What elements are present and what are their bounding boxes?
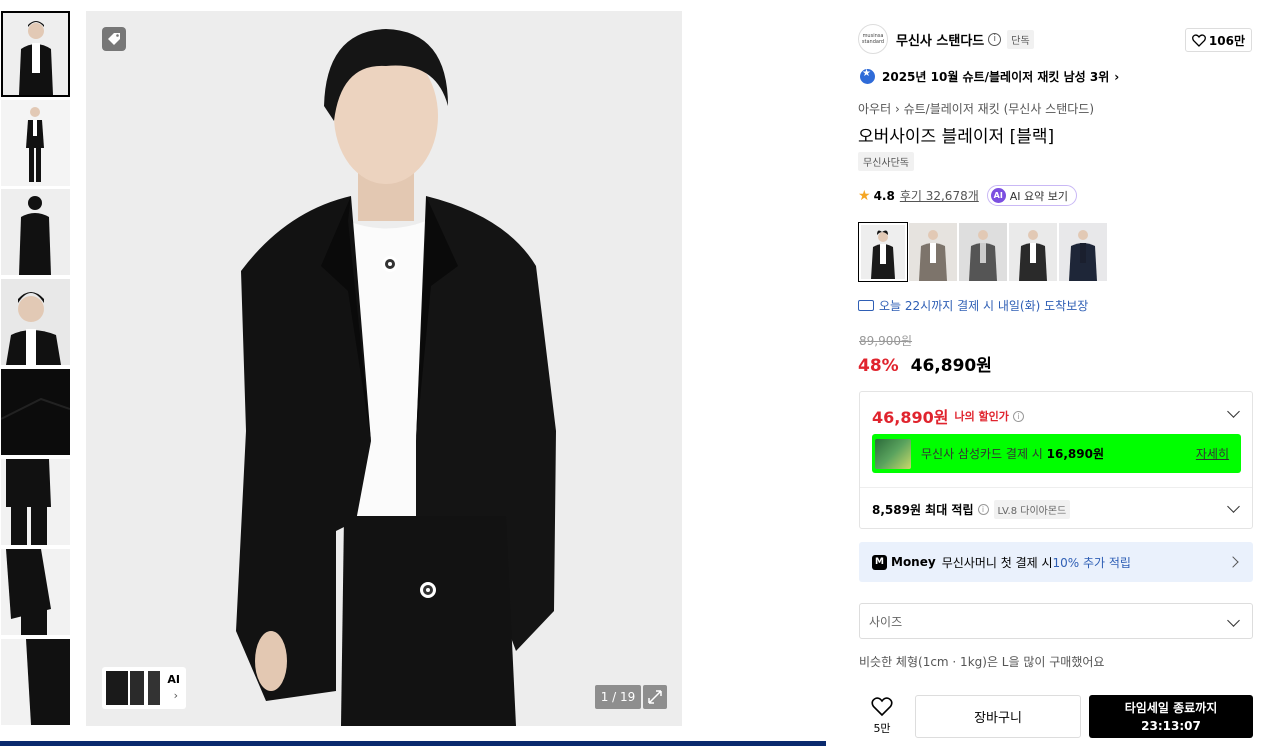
size-recommendation: 비슷한 체형(1cm · 1kg)은 L을 많이 구매했어요: [859, 655, 1105, 669]
timesale-countdown: 23:13:07: [1141, 719, 1201, 733]
ranking-text: 2025년 10월 슈트/블레이저 재킷 남성 3위: [882, 70, 1110, 84]
color-swatch-black[interactable]: [858, 222, 908, 282]
card-promo-amount: 16,890원: [1046, 447, 1105, 461]
info-icon[interactable]: i: [988, 32, 1002, 46]
expand-icon[interactable]: [643, 685, 667, 709]
thumbnail-1[interactable]: [1, 11, 70, 97]
ai-label: AI: [167, 673, 180, 686]
ai-icon: AI: [990, 188, 1006, 203]
money-brand: Money: [891, 555, 936, 569]
money-logo-icon: M: [872, 554, 887, 570]
delivery-guarantee: 오늘 22시까지 결제 시 내일(화) 도착보장: [858, 297, 1088, 314]
reviews-link[interactable]: 후기 32,678개: [900, 187, 979, 204]
info-icon[interactable]: i: [977, 504, 989, 515]
thumbnail-8[interactable]: [1, 639, 70, 725]
ranking-medal-icon: [860, 68, 875, 84]
main-product-image[interactable]: AI › 1 / 19: [86, 11, 682, 726]
ai-preview-image-1: [106, 671, 128, 705]
chevron-right-icon: ›: [173, 689, 178, 702]
chevron-down-icon[interactable]: [1227, 500, 1240, 513]
info-icon[interactable]: i: [1012, 410, 1024, 422]
points-text: 8,589원 최대 적립: [872, 503, 974, 517]
points-row[interactable]: 8,589원 최대 적립 i LV.8 다이아몬드: [872, 500, 1071, 519]
brand-row[interactable]: musinsa standard 무신사 스탠다드 i 단독: [858, 24, 1034, 54]
chevron-right-icon: [1227, 556, 1239, 568]
sale-price: 46,890원: [910, 356, 992, 376]
my-discount-price[interactable]: 46,890원 나의 할인가 i: [872, 404, 1024, 428]
exclusive-badge: 단독: [1007, 29, 1034, 49]
card-image: [875, 438, 911, 469]
color-swatch-navy[interactable]: [1059, 223, 1107, 281]
brand-like-button[interactable]: 106만: [1184, 28, 1252, 52]
heart-icon: [871, 697, 893, 717]
color-swatch-charcoal[interactable]: [1009, 223, 1057, 281]
brand-like-count: 106만: [1208, 33, 1245, 48]
model-photo: [86, 11, 682, 726]
card-details-link[interactable]: 자세히: [1196, 445, 1229, 462]
thumbnail-7[interactable]: [1, 549, 70, 635]
timesale-label: 타임세일 종료까지: [1124, 701, 1218, 715]
hotspot-1[interactable]: [382, 256, 398, 272]
card-promo-banner[interactable]: 무신사 삼성카드 결제 시 16,890원 자세히: [872, 434, 1241, 473]
divider: [860, 487, 1252, 488]
product-title: 오버사이즈 블레이저 [블랙]: [858, 127, 1055, 147]
discount-rate: 48%: [858, 356, 899, 376]
star-icon: ★: [858, 187, 871, 204]
brand-name[interactable]: 무신사 스탠다드: [896, 30, 984, 49]
breadcrumb-level-2[interactable]: 슈트/블레이저 재킷 (무신사 스탠다드): [904, 102, 1094, 116]
color-options: [858, 222, 1109, 282]
brand-logo[interactable]: musinsa standard: [858, 24, 888, 54]
delivery-text: 오늘 22시까지 결제 시 내일(화) 도착보장: [879, 299, 1089, 313]
thumbnail-6[interactable]: [1, 459, 70, 545]
breadcrumb: 아우터 › 슈트/블레이저 재킷 (무신사 스탠다드): [858, 100, 1094, 117]
heart-icon: [1191, 33, 1206, 47]
ai-summary-button[interactable]: AI AI 요약 보기: [986, 185, 1078, 206]
tag-icon[interactable]: [102, 27, 126, 51]
money-text: 무신사머니 첫 결제 시: [941, 555, 1053, 570]
thumbnail-4[interactable]: [1, 279, 70, 365]
chevron-down-icon: [1227, 614, 1240, 627]
musinsa-money-banner[interactable]: M Money 무신사머니 첫 결제 시 10% 추가 적립: [859, 542, 1253, 582]
ai-similar-button[interactable]: AI ›: [102, 667, 186, 709]
size-placeholder: 사이즈: [869, 614, 903, 629]
my-price-label: 나의 할인가: [954, 410, 1009, 423]
product-page: AI › 1 / 19 musinsa standard 무신사 스탠다드 i …: [0, 0, 1272, 746]
image-counter: 1 / 19: [595, 685, 641, 709]
price-row: 48% 46,890원: [858, 351, 992, 376]
color-swatch-gray[interactable]: [959, 223, 1007, 281]
truck-icon: [858, 300, 874, 311]
money-highlight: 10% 추가 적립: [1052, 555, 1131, 570]
rating-value: 4.8: [873, 188, 895, 203]
ai-preview-image-3: [148, 671, 160, 705]
hotspot-2[interactable]: [420, 582, 436, 598]
buy-button[interactable]: 타임세일 종료까지 23:13:07: [1089, 695, 1253, 738]
original-price: 89,900원: [859, 334, 913, 348]
wishlist-count: 5만: [873, 722, 891, 735]
add-to-cart-button[interactable]: 장바구니: [915, 695, 1081, 738]
chevron-down-icon[interactable]: [1227, 405, 1240, 418]
member-level-badge: LV.8 다이아몬드: [993, 500, 1071, 519]
chevron-right-icon: ›: [1114, 69, 1120, 84]
ai-summary-label: AI 요약 보기: [1009, 189, 1069, 203]
breadcrumb-level-1[interactable]: 아우터: [858, 102, 891, 116]
ranking-link[interactable]: 2025년 10월 슈트/블레이저 재킷 남성 3위 ›: [860, 68, 1119, 85]
ai-preview-image-2: [130, 671, 144, 705]
size-select[interactable]: 사이즈: [859, 603, 1253, 639]
breadcrumb-separator-icon: ›: [894, 102, 904, 116]
bottom-progress-bar: [0, 741, 826, 746]
product-info-panel: musinsa standard 무신사 스탠다드 i 단독 106만 2025…: [845, 11, 1272, 746]
product-tag: 무신사단독: [858, 152, 914, 171]
card-promo-text: 무신사 삼성카드 결제 시 16,890원: [921, 447, 1105, 461]
color-swatch-beige[interactable]: [909, 223, 957, 281]
thumbnail-2[interactable]: [1, 100, 70, 186]
wishlist-button[interactable]: 5만: [865, 697, 899, 736]
rating-row: ★ 4.8 후기 32,678개 AI AI 요약 보기: [858, 185, 1078, 206]
thumbnail-3[interactable]: [1, 189, 70, 275]
thumbnail-5[interactable]: [1, 369, 70, 455]
benefit-box: 46,890원 나의 할인가 i 무신사 삼성카드 결제 시 16,890원 자…: [859, 391, 1253, 529]
my-price-amount: 46,890원: [872, 408, 949, 427]
